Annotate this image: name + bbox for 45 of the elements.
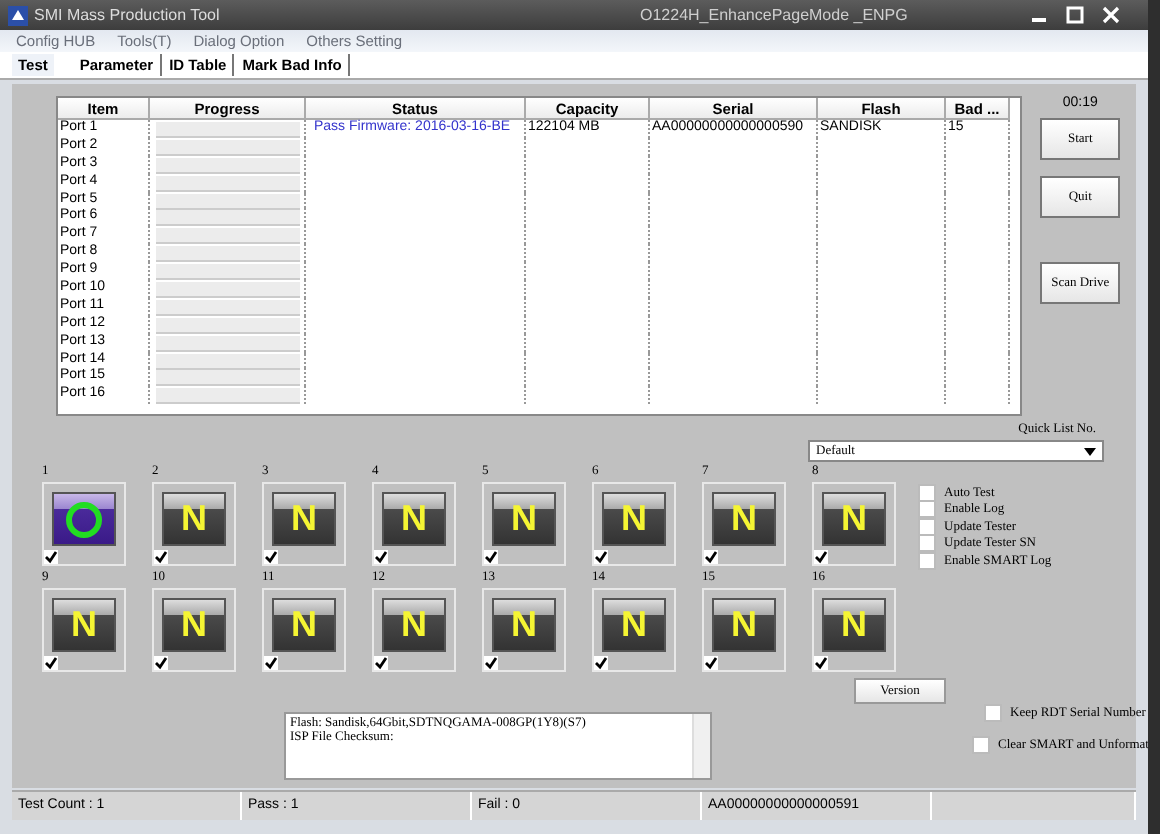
- port-status-tile[interactable]: N: [382, 492, 446, 546]
- port-checkbox[interactable]: [374, 550, 388, 564]
- port-status-tile[interactable]: N: [492, 598, 556, 652]
- port-checkbox[interactable]: [264, 656, 278, 670]
- port-checkbox[interactable]: [594, 656, 608, 670]
- option-checkbox[interactable]: [918, 483, 936, 502]
- keep-rdt-checkbox[interactable]: [984, 703, 1002, 722]
- circle-icon: [64, 499, 104, 539]
- port-status-tile[interactable]: N: [602, 492, 666, 546]
- scrollbar[interactable]: [692, 714, 710, 778]
- window-title: SMI Mass Production Tool: [34, 6, 222, 24]
- port-checkbox[interactable]: [154, 550, 168, 564]
- port-status-tile[interactable]: N: [272, 598, 336, 652]
- port-status-tile[interactable]: N: [712, 598, 776, 652]
- close-icon[interactable]: [1102, 6, 1120, 24]
- port-status-tile[interactable]: N: [602, 598, 666, 652]
- port-checkbox[interactable]: [44, 656, 58, 670]
- port-status-tile[interactable]: N: [382, 598, 446, 652]
- port-checkbox[interactable]: [374, 656, 388, 670]
- option-checkbox[interactable]: [918, 500, 936, 519]
- port-status-tile[interactable]: N: [492, 492, 556, 546]
- port-checkbox[interactable]: [484, 656, 498, 670]
- port-checkbox[interactable]: [814, 550, 828, 564]
- clear-smart-checkbox[interactable]: [972, 736, 990, 755]
- port-checkbox[interactable]: [594, 550, 608, 564]
- port-checkbox[interactable]: [484, 550, 498, 564]
- port-checkbox[interactable]: [44, 550, 58, 564]
- port-status-tile[interactable]: N: [162, 492, 226, 546]
- port-checkbox[interactable]: [814, 656, 828, 670]
- dropdown-caret-icon: [1084, 447, 1096, 455]
- port-status-tile[interactable]: N: [822, 492, 886, 546]
- port-checkbox[interactable]: [154, 656, 168, 670]
- port-status-tile[interactable]: N: [52, 598, 116, 652]
- app-icon: [8, 5, 28, 25]
- window-subtitle: O1224H_EnhancePageMode _ENPG: [640, 6, 910, 24]
- port-status-tile[interactable]: [52, 492, 116, 546]
- port-status-tile[interactable]: N: [712, 492, 776, 546]
- port-checkbox[interactable]: [704, 550, 718, 564]
- port-status-tile[interactable]: N: [822, 598, 886, 652]
- port-checkbox[interactable]: [264, 550, 278, 564]
- port-status-tile[interactable]: N: [272, 492, 336, 546]
- port-status-tile[interactable]: N: [162, 598, 226, 652]
- maximize-icon[interactable]: [1066, 6, 1084, 24]
- port-checkbox[interactable]: [704, 656, 718, 670]
- option-checkbox[interactable]: [918, 534, 936, 553]
